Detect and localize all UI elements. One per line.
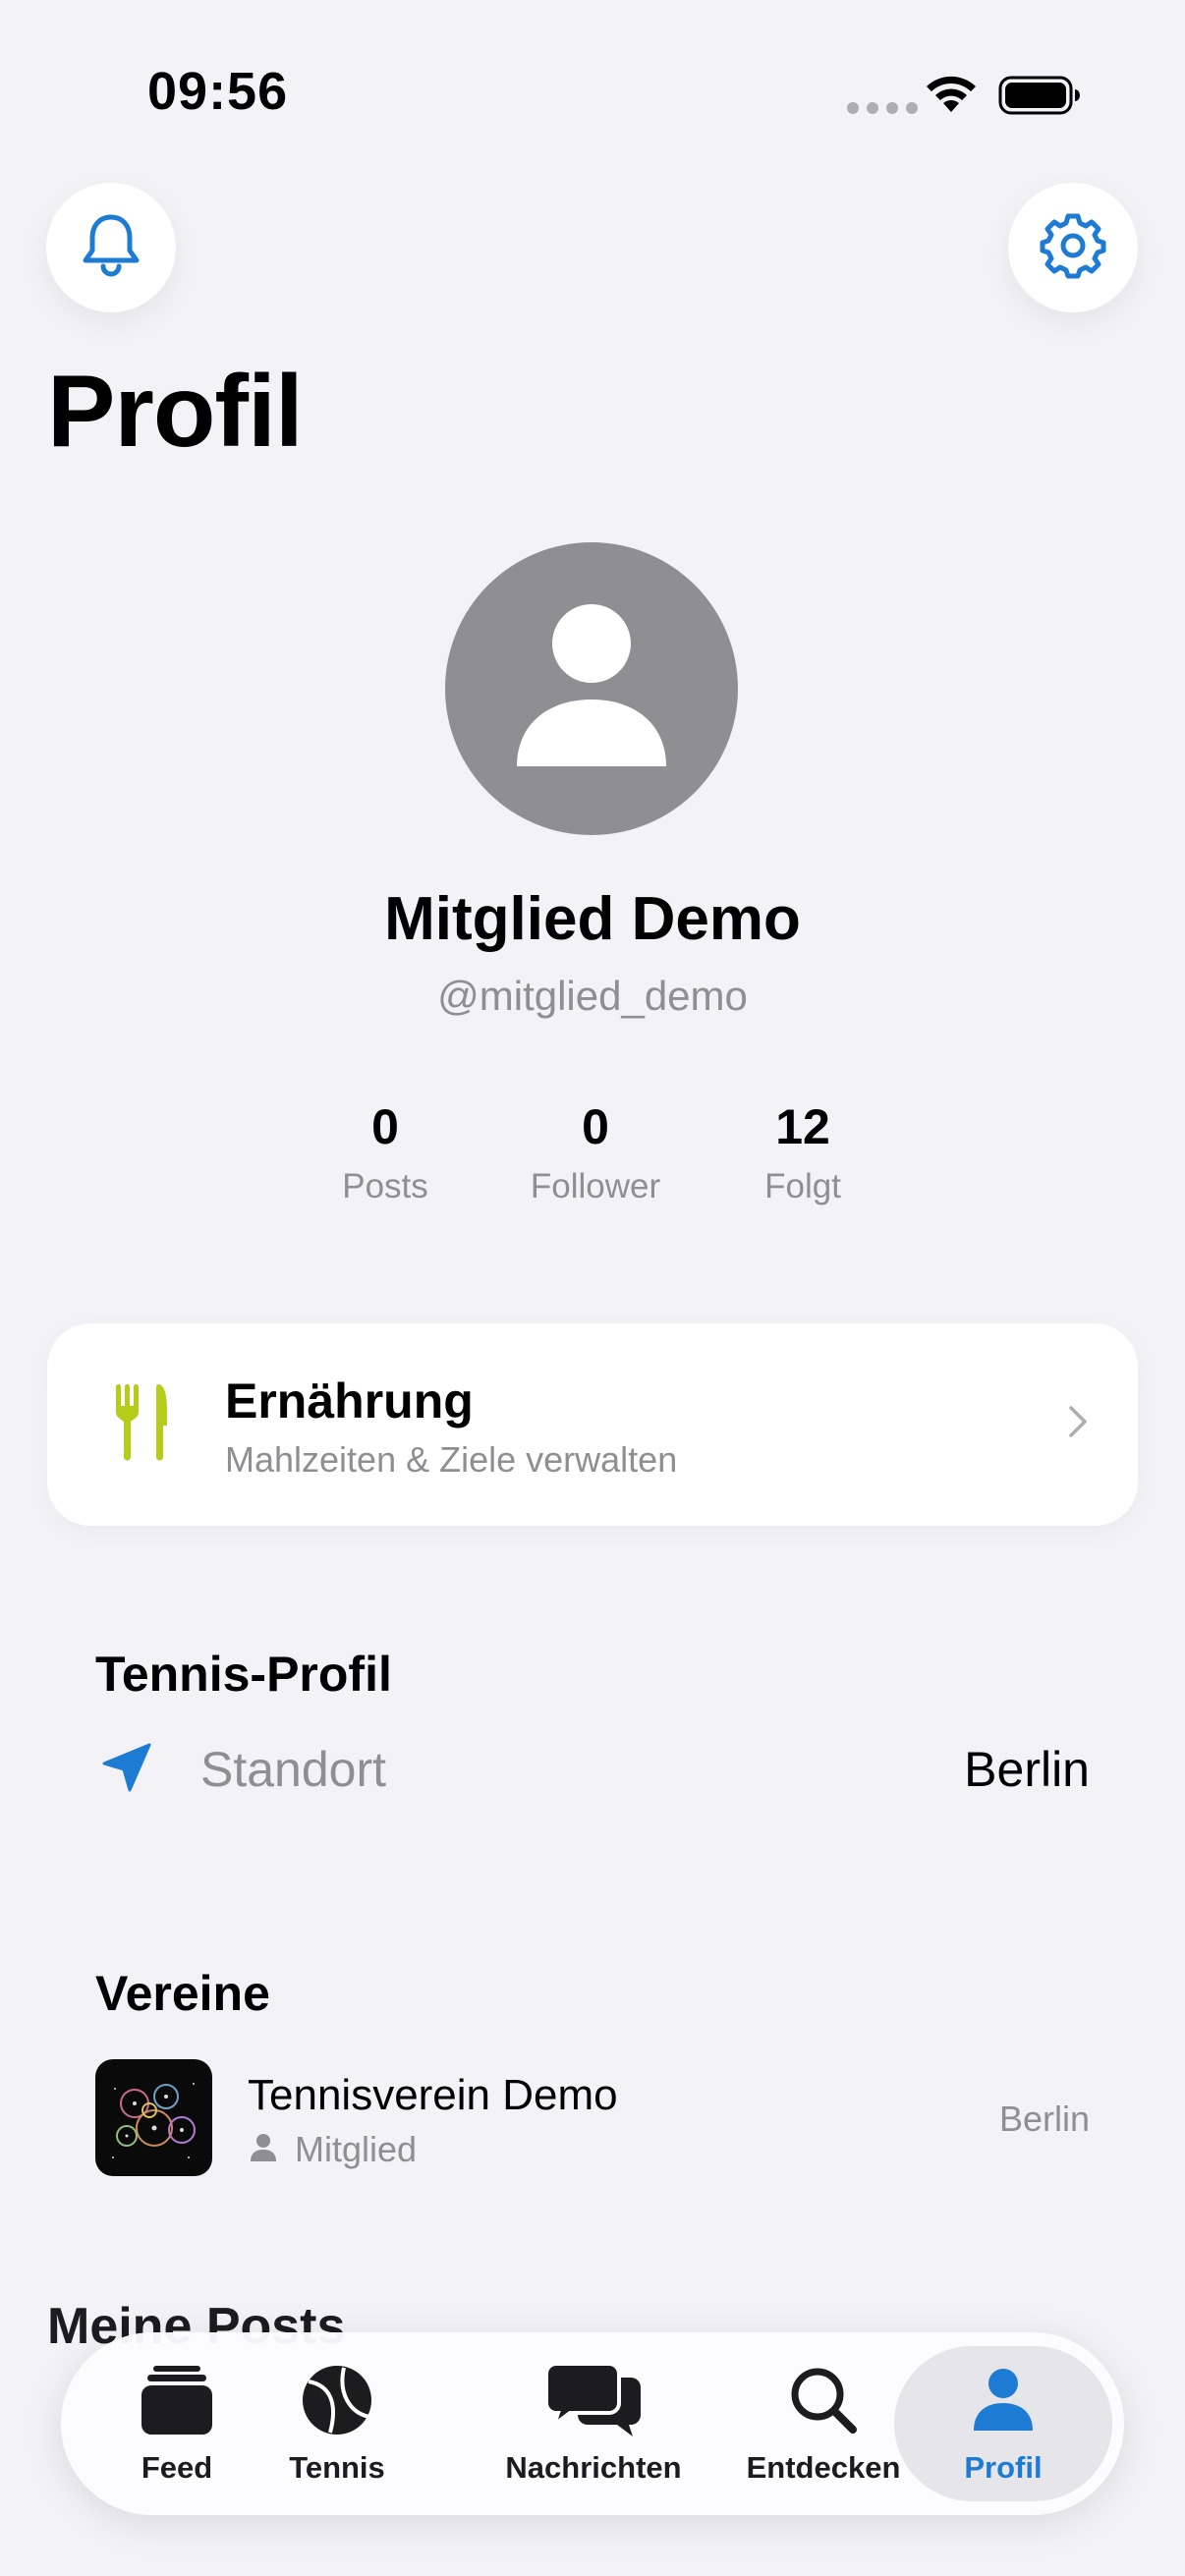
tab-messages[interactable]: Nachrichten: [480, 2332, 706, 2515]
notifications-button[interactable]: [46, 183, 176, 312]
tab-tennis[interactable]: Tennis: [278, 2332, 396, 2515]
stat-label: Folgt: [764, 1167, 841, 1205]
wifi-icon: [924, 73, 979, 119]
club-role: Mitglied: [295, 2129, 418, 2169]
gear-icon: [1039, 211, 1107, 285]
magnifier-icon: [788, 2362, 859, 2438]
tab-profile[interactable]: Profil: [894, 2346, 1112, 2501]
stat-posts[interactable]: 0 Posts: [287, 1098, 483, 1206]
location-label: Standort: [200, 1742, 387, 1797]
stat-following[interactable]: 12 Folgt: [705, 1098, 901, 1206]
nutrition-card[interactable]: Ernährung Mahlzeiten & Ziele verwalten: [47, 1323, 1138, 1526]
chevron-right-icon: [1067, 1404, 1089, 1444]
tab-label: Profil: [964, 2450, 1043, 2485]
tab-feed[interactable]: Feed: [110, 2332, 244, 2515]
profile-handle: @mitglied_demo: [437, 973, 748, 1019]
nutrition-subtitle: Mahlzeiten & Ziele verwalten: [225, 1439, 678, 1480]
feed-icon: [140, 2362, 214, 2438]
tennis-profile-title: Tennis-Profil: [95, 1647, 392, 1702]
cellular-signal-icon: [847, 102, 918, 114]
stat-follower[interactable]: 0 Follower: [497, 1098, 694, 1206]
club-name[interactable]: Tennisverein Demo: [248, 2071, 618, 2120]
location-value: Berlin: [964, 1742, 1090, 1797]
stat-value: 0: [371, 1099, 399, 1154]
club-logo[interactable]: [95, 2059, 212, 2176]
tab-label: Tennis: [289, 2450, 385, 2485]
tab-label: Nachrichten: [505, 2450, 682, 2485]
person-placeholder-icon: [517, 604, 666, 766]
status-time: 09:56: [147, 62, 289, 121]
settings-button[interactable]: [1008, 183, 1138, 312]
stat-value: 12: [775, 1099, 830, 1154]
tennis-ball-icon: [301, 2362, 373, 2438]
stat-value: 0: [582, 1099, 609, 1154]
profile-name: Mitglied Demo: [384, 885, 801, 953]
nutrition-title: Ernährung: [225, 1373, 474, 1428]
page-title: Profil: [47, 355, 304, 469]
messages-icon: [544, 2362, 643, 2438]
tab-label: Entdecken: [746, 2450, 901, 2485]
location-arrow-icon: [100, 1741, 153, 1799]
bell-icon: [80, 211, 142, 285]
tab-discover[interactable]: Entdecken: [725, 2332, 922, 2515]
person-icon: [972, 2362, 1035, 2438]
clubs-title: Vereine: [95, 1966, 270, 2021]
tab-label: Feed: [141, 2450, 213, 2485]
stat-label: Posts: [342, 1167, 428, 1205]
stat-label: Follower: [530, 1167, 661, 1205]
fork-knife-icon: [114, 1382, 169, 1466]
battery-icon: [998, 75, 1081, 121]
avatar[interactable]: [445, 542, 738, 835]
club-city: Berlin: [998, 2099, 1090, 2139]
person-icon: [250, 2133, 277, 2167]
tab-bar: Feed Tennis Nachrichten Entdecken Profil: [61, 2332, 1124, 2515]
